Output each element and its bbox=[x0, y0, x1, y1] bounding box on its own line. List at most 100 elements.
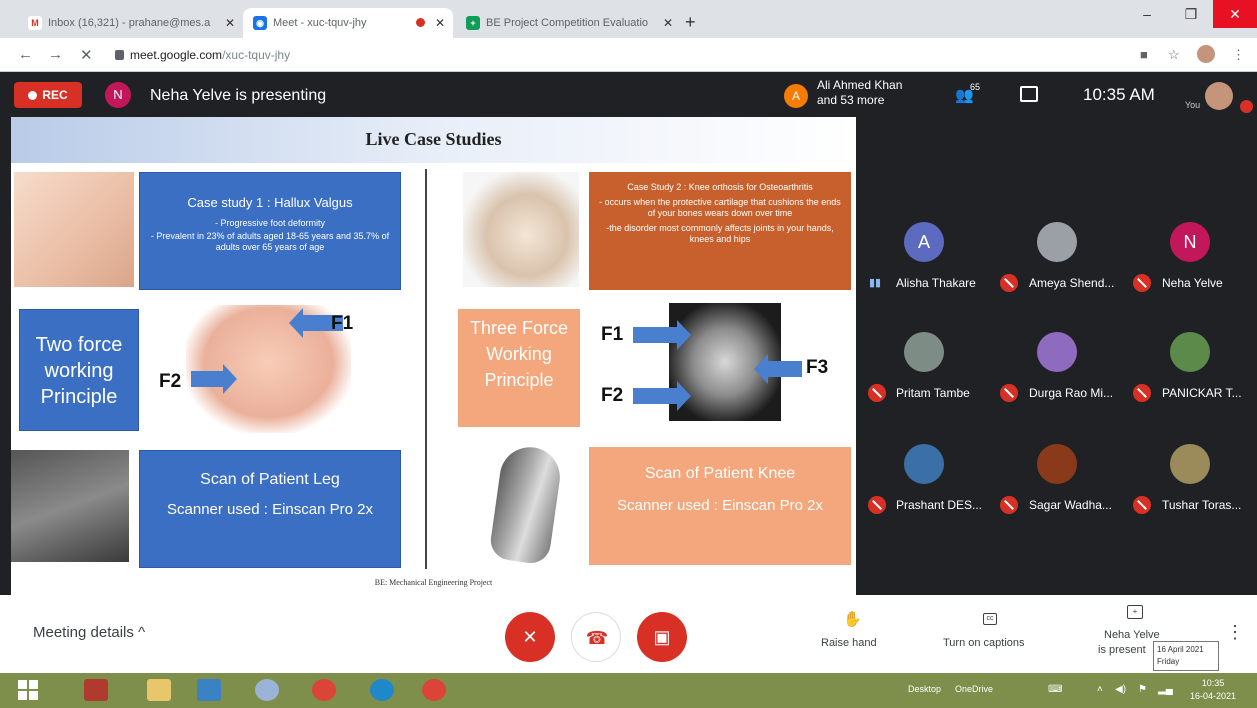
kebab-menu-icon[interactable]: ⋮ bbox=[1232, 47, 1245, 63]
gmail-icon: M bbox=[28, 16, 42, 30]
mic-off-icon bbox=[1000, 496, 1018, 514]
stop-icon[interactable]: ✕ bbox=[80, 46, 93, 64]
mic-off-icon bbox=[1133, 384, 1151, 402]
close-tab-icon[interactable]: ✕ bbox=[225, 16, 235, 30]
label-f2-right: F2 bbox=[601, 385, 624, 406]
system-clock[interactable]: 10:35 16-04-2021 bbox=[1190, 677, 1236, 703]
knee-joint-image bbox=[463, 172, 579, 287]
label-f3: F3 bbox=[806, 357, 829, 378]
desktop-toolbar-label[interactable]: Desktop bbox=[908, 684, 941, 694]
sheets-icon: + bbox=[466, 16, 480, 30]
force-arrow-f1-right bbox=[633, 320, 691, 350]
participant-avatar: N bbox=[1170, 222, 1210, 262]
participant-name: Neha Yelve bbox=[1162, 276, 1223, 290]
slide-footer: BE: Mechanical Engineering Project bbox=[374, 578, 493, 587]
present-screen-icon[interactable]: + bbox=[1127, 605, 1143, 619]
knee-scan-model bbox=[488, 443, 564, 566]
network-icon[interactable]: ▂▄ bbox=[1158, 684, 1173, 695]
participant-avatar bbox=[904, 444, 944, 484]
label-f1-left: F1 bbox=[331, 313, 354, 334]
chrome-icon[interactable] bbox=[312, 679, 336, 701]
case-study-1-box: Case study 1 : Hallux Valgus - Progressi… bbox=[139, 172, 401, 290]
forward-arrow-icon[interactable]: → bbox=[48, 46, 63, 63]
keyboard-icon[interactable]: ⌨ bbox=[1048, 684, 1062, 695]
phone-hangup-icon: ☎ bbox=[585, 628, 609, 648]
label-f2-left: F2 bbox=[159, 371, 182, 392]
chrome-icon[interactable] bbox=[422, 679, 446, 701]
force-arrow-f2-right bbox=[633, 381, 691, 411]
chevron-up-tray-icon[interactable]: ˄ bbox=[1097, 684, 1103, 695]
tab-sheets[interactable]: + BE Project Competition Evaluatio ✕ bbox=[456, 8, 681, 38]
presenter-avatar: N bbox=[105, 82, 131, 108]
minimize-button[interactable]: – bbox=[1125, 0, 1169, 28]
presenting-text: Neha Yelve is presenting bbox=[150, 87, 327, 104]
participant-avatar bbox=[1170, 332, 1210, 372]
file-explorer-icon[interactable] bbox=[147, 679, 171, 701]
onedrive-label[interactable]: OneDrive bbox=[955, 684, 993, 694]
scan-knee-box: Scan of Patient Knee Scanner used : Eins… bbox=[589, 447, 851, 565]
back-arrow-icon[interactable]: ← bbox=[18, 46, 33, 63]
more-options-icon[interactable]: ⋮ bbox=[1226, 622, 1244, 643]
new-tab-button[interactable]: + bbox=[685, 12, 696, 33]
close-window-button[interactable]: ✕ bbox=[1213, 0, 1257, 28]
leg-scan-photo bbox=[11, 450, 129, 562]
lock-icon bbox=[115, 50, 124, 60]
date-tooltip: 16 April 2021 Friday bbox=[1153, 641, 1219, 671]
chat-icon[interactable] bbox=[1020, 86, 1038, 102]
windows-start-icon[interactable] bbox=[18, 680, 38, 700]
edge-icon[interactable] bbox=[370, 679, 394, 701]
mic-off-icon: ✕ bbox=[522, 627, 538, 647]
tab-title: Meet - xuc-tquv-jhy bbox=[273, 17, 367, 29]
tab-meet[interactable]: ◉ Meet - xuc-tquv-jhy ✕ bbox=[243, 8, 453, 38]
self-avatar[interactable] bbox=[1205, 82, 1233, 110]
winrar-icon[interactable] bbox=[84, 679, 108, 701]
mic-off-icon bbox=[1133, 274, 1151, 292]
app-window-icon[interactable] bbox=[197, 679, 221, 701]
two-force-box: Two force working Principle bbox=[19, 309, 139, 431]
participant-avatar: A bbox=[904, 222, 944, 262]
joined-text: Ali Ahmed Khan and 53 more bbox=[817, 78, 903, 107]
mic-toggle-button[interactable]: ✕ bbox=[505, 612, 555, 662]
restore-button[interactable]: ❐ bbox=[1169, 0, 1213, 28]
hang-up-button[interactable]: ☎ bbox=[571, 612, 621, 662]
present-label-line1[interactable]: Neha Yelve bbox=[1104, 629, 1160, 641]
mic-off-icon bbox=[868, 384, 886, 402]
close-tab-icon[interactable]: ✕ bbox=[435, 16, 445, 30]
paint-icon[interactable] bbox=[255, 679, 279, 701]
close-tab-icon[interactable]: ✕ bbox=[663, 16, 673, 30]
participant-name: Tushar Toras... bbox=[1162, 498, 1242, 512]
captions-icon[interactable]: cc bbox=[983, 613, 997, 625]
scan-leg-box: Scan of Patient Leg Scanner used : Einsc… bbox=[139, 450, 401, 568]
self-muted-icon bbox=[1240, 100, 1253, 113]
tab-gmail[interactable]: M Inbox (16,321) - prahane@mes.a ✕ bbox=[18, 8, 243, 38]
star-icon[interactable]: ☆ bbox=[1168, 47, 1180, 63]
url-field[interactable]: meet.google.com/xuc-tquv-jhy bbox=[115, 48, 290, 62]
label-f1-right: F1 bbox=[601, 324, 624, 345]
meeting-details-button[interactable]: Meeting details ^ bbox=[33, 624, 145, 641]
volume-icon[interactable]: ◀) bbox=[1115, 684, 1126, 695]
profile-avatar[interactable] bbox=[1197, 45, 1215, 63]
participant-name: Ameya Shend... bbox=[1029, 276, 1115, 290]
raise-hand-icon[interactable]: ✋ bbox=[843, 610, 862, 628]
participant-name: PANICKAR T... bbox=[1162, 386, 1242, 400]
slide-title: Live Case Studies bbox=[365, 129, 502, 149]
participant-name: Durga Rao Mi... bbox=[1029, 386, 1114, 400]
windows-taskbar bbox=[0, 673, 1257, 708]
recording-badge: REC bbox=[14, 82, 82, 108]
force-arrow-f3 bbox=[754, 354, 802, 384]
people-count: 65 bbox=[970, 82, 981, 92]
mic-off-icon bbox=[1000, 384, 1018, 402]
flag-icon[interactable]: ⚑ bbox=[1138, 684, 1147, 695]
joined-avatar: A bbox=[784, 84, 808, 108]
tab-title: BE Project Competition Evaluatio bbox=[486, 17, 649, 29]
present-label-line2[interactable]: is present bbox=[1098, 644, 1146, 656]
foot-photo bbox=[14, 172, 134, 287]
tab-title: Inbox (16,321) - prahane@mes.a bbox=[48, 17, 211, 29]
raise-hand-label[interactable]: Raise hand bbox=[821, 637, 877, 649]
captions-label[interactable]: Turn on captions bbox=[943, 637, 1025, 649]
participant-name: Alisha Thakare bbox=[896, 276, 976, 290]
participant-avatar bbox=[1170, 444, 1210, 484]
camera-toggle-button[interactable]: ▣ bbox=[637, 612, 687, 662]
camera-icon[interactable]: ■ bbox=[1140, 47, 1148, 62]
presented-slide: Live Case Studies Case study 1 : Hallux … bbox=[11, 117, 856, 595]
